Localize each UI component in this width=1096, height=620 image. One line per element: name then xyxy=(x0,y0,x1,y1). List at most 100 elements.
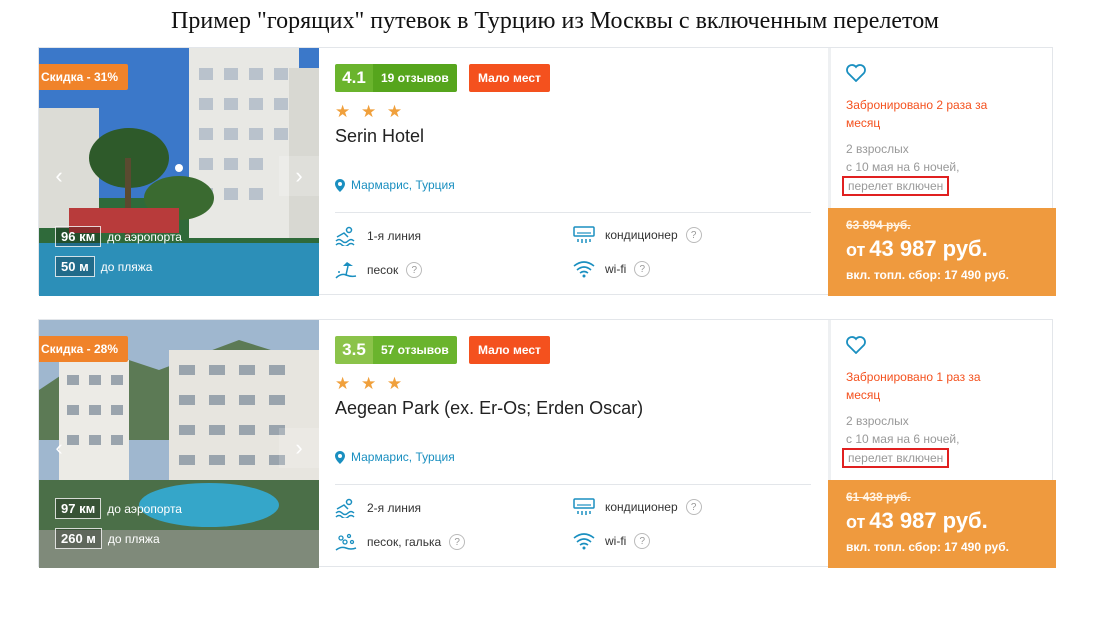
hotel-name[interactable]: Serin Hotel xyxy=(335,126,424,147)
tourists-count: 2 взрослых xyxy=(846,414,909,428)
beach-distance-value: 260 м xyxy=(55,528,102,549)
prev-photo-button[interactable]: ‹ xyxy=(39,156,79,196)
beach-distance: 260 м до пляжа xyxy=(55,528,160,549)
fuel-fee: вкл. топл. сбор: 17 490 руб. xyxy=(846,540,1009,554)
help-icon[interactable]: ? xyxy=(685,499,702,515)
discount-badge: Скидка - 28% xyxy=(39,336,129,362)
carousel-dot[interactable] xyxy=(175,164,183,172)
flight-included: перелет включен xyxy=(842,176,950,196)
amenity-line: 2-я линия xyxy=(335,498,421,518)
price-button[interactable]: 63 894 руб. от 43 987 руб. вкл. топл. сб… xyxy=(828,208,1056,296)
price-amount: 43 987 руб. xyxy=(869,236,988,261)
amenity-beach: песок, галька ? xyxy=(335,532,466,552)
amenity-ac: кондиционер ? xyxy=(573,498,702,516)
hotel-location[interactable]: Мармарис, Турция xyxy=(335,178,455,192)
amenity-line: 1-я линия xyxy=(335,226,421,246)
air-conditioner-icon xyxy=(573,226,595,243)
amenity-beach-label: песок xyxy=(367,263,399,277)
airport-distance: 96 км до аэропорта xyxy=(55,226,182,247)
airport-distance: 97 км до аэропорта xyxy=(55,498,182,519)
airport-distance-value: 97 км xyxy=(55,498,102,519)
price-from: от xyxy=(846,240,866,260)
beach-distance-label: до пляжа xyxy=(100,259,153,274)
location-text: Мармарис, Турция xyxy=(351,178,455,192)
heart-icon[interactable] xyxy=(846,336,866,354)
amenity-ac-label: кондиционер xyxy=(605,228,678,242)
old-price: 63 894 руб. xyxy=(846,218,911,232)
chevron-right-icon: › xyxy=(295,163,303,188)
booked-count: Забронировано 2 раза за месяц xyxy=(846,98,988,130)
tour-details: 2 взрослых с 10 мая на 6 ночей, xyxy=(846,140,959,176)
discount-badge: Скидка - 31% xyxy=(39,64,129,90)
hotel-name[interactable]: Aegean Park (ex. Er-Os; Erden Oscar) xyxy=(335,398,643,419)
prev-photo-button[interactable]: ‹ xyxy=(39,428,79,468)
amenity-line-label: 2-я линия xyxy=(367,501,422,515)
hotel-location[interactable]: Мармарис, Турция xyxy=(335,450,455,464)
rating-score: 3.5 xyxy=(335,336,373,364)
hotel-card[interactable]: Скидка - 28% ‹ › 97 км до аэропорта 260 … xyxy=(38,319,1056,568)
old-price: 61 438 руб. xyxy=(846,490,911,504)
hotel-info: 3.5 57 отзывов Мало мест ★ ★ ★ Aegean Pa… xyxy=(335,320,815,568)
amenity-beach: песок ? xyxy=(335,260,423,280)
booked-count: Забронировано 1 раз за месяц xyxy=(846,370,981,402)
help-icon[interactable]: ? xyxy=(634,261,651,277)
price: от 43 987 руб. xyxy=(846,236,988,262)
chevron-left-icon: ‹ xyxy=(55,163,63,188)
amenity-wifi: wi-fi ? xyxy=(573,532,651,550)
few-places-badge: Мало мест xyxy=(469,336,550,364)
reviews-link[interactable]: 57 отзывов xyxy=(373,336,457,364)
divider xyxy=(335,484,811,485)
booking-panel: Забронировано 1 раз за месяц 2 взрослых … xyxy=(828,320,1056,568)
rating-badge[interactable]: 4.1 19 отзывов xyxy=(335,64,457,92)
sand-beach-icon xyxy=(335,262,357,279)
wifi-icon xyxy=(573,261,595,278)
hotel-info: 4.1 19 отзывов Мало мест ★ ★ ★ Serin Hot… xyxy=(335,48,815,296)
hotel-card[interactable]: Скидка - 31% ‹ › 96 км до аэропорта 50 м… xyxy=(38,47,1056,296)
star-rating: ★ ★ ★ xyxy=(335,374,406,393)
hotel-photo-carousel[interactable]: Скидка - 28% ‹ › 97 км до аэропорта 260 … xyxy=(39,320,319,568)
amenity-wifi: wi-fi ? xyxy=(573,260,651,278)
air-conditioner-icon xyxy=(573,498,595,515)
beach-distance-value: 50 м xyxy=(55,256,95,277)
few-places-badge: Мало мест xyxy=(469,64,550,92)
price-amount: 43 987 руб. xyxy=(869,508,988,533)
divider xyxy=(335,212,811,213)
amenity-wifi-label: wi-fi xyxy=(605,262,627,276)
amenity-ac-label: кондиционер xyxy=(605,500,678,514)
flight-included: перелет включен xyxy=(842,448,950,468)
help-icon[interactable]: ? xyxy=(449,534,466,550)
price: от 43 987 руб. xyxy=(846,508,988,534)
airport-distance-label: до аэропорта xyxy=(107,501,182,516)
price-button[interactable]: 61 438 руб. от 43 987 руб. вкл. топл. сб… xyxy=(828,480,1056,568)
star-rating: ★ ★ ★ xyxy=(335,102,406,121)
location-text: Мармарис, Турция xyxy=(351,450,455,464)
rating-score: 4.1 xyxy=(335,64,373,92)
hotel-photo-carousel[interactable]: Скидка - 31% ‹ › 96 км до аэропорта 50 м… xyxy=(39,48,319,296)
rating-badge[interactable]: 3.5 57 отзывов xyxy=(335,336,457,364)
price-from: от xyxy=(846,512,866,532)
swimmer-icon xyxy=(335,226,355,246)
pebble-beach-icon xyxy=(335,533,357,551)
wifi-icon xyxy=(573,533,595,550)
chevron-left-icon: ‹ xyxy=(55,435,63,460)
beach-distance-label: до пляжа xyxy=(107,531,160,546)
swimmer-icon xyxy=(335,498,355,518)
help-icon[interactable]: ? xyxy=(634,533,651,549)
tourists-count: 2 взрослых xyxy=(846,142,909,156)
page-title: Пример "горящих" путевок в Турцию из Мос… xyxy=(171,8,939,34)
next-photo-button[interactable]: › xyxy=(279,428,319,468)
airport-distance-label: до аэропорта xyxy=(107,229,182,244)
reviews-link[interactable]: 19 отзывов xyxy=(373,64,457,92)
amenity-wifi-label: wi-fi xyxy=(605,534,627,548)
fuel-fee: вкл. топл. сбор: 17 490 руб. xyxy=(846,268,1009,282)
amenity-line-label: 1-я линия xyxy=(367,229,422,243)
help-icon[interactable]: ? xyxy=(685,227,702,243)
tour-dates: с 10 мая на 6 ночей, xyxy=(846,160,960,174)
map-pin-icon xyxy=(335,450,345,464)
amenity-ac: кондиционер ? xyxy=(573,226,702,244)
help-icon[interactable]: ? xyxy=(406,262,423,278)
booking-panel: Забронировано 2 раза за месяц 2 взрослых… xyxy=(828,48,1056,296)
next-photo-button[interactable]: › xyxy=(279,156,319,196)
beach-distance: 50 м до пляжа xyxy=(55,256,152,277)
heart-icon[interactable] xyxy=(846,64,866,82)
